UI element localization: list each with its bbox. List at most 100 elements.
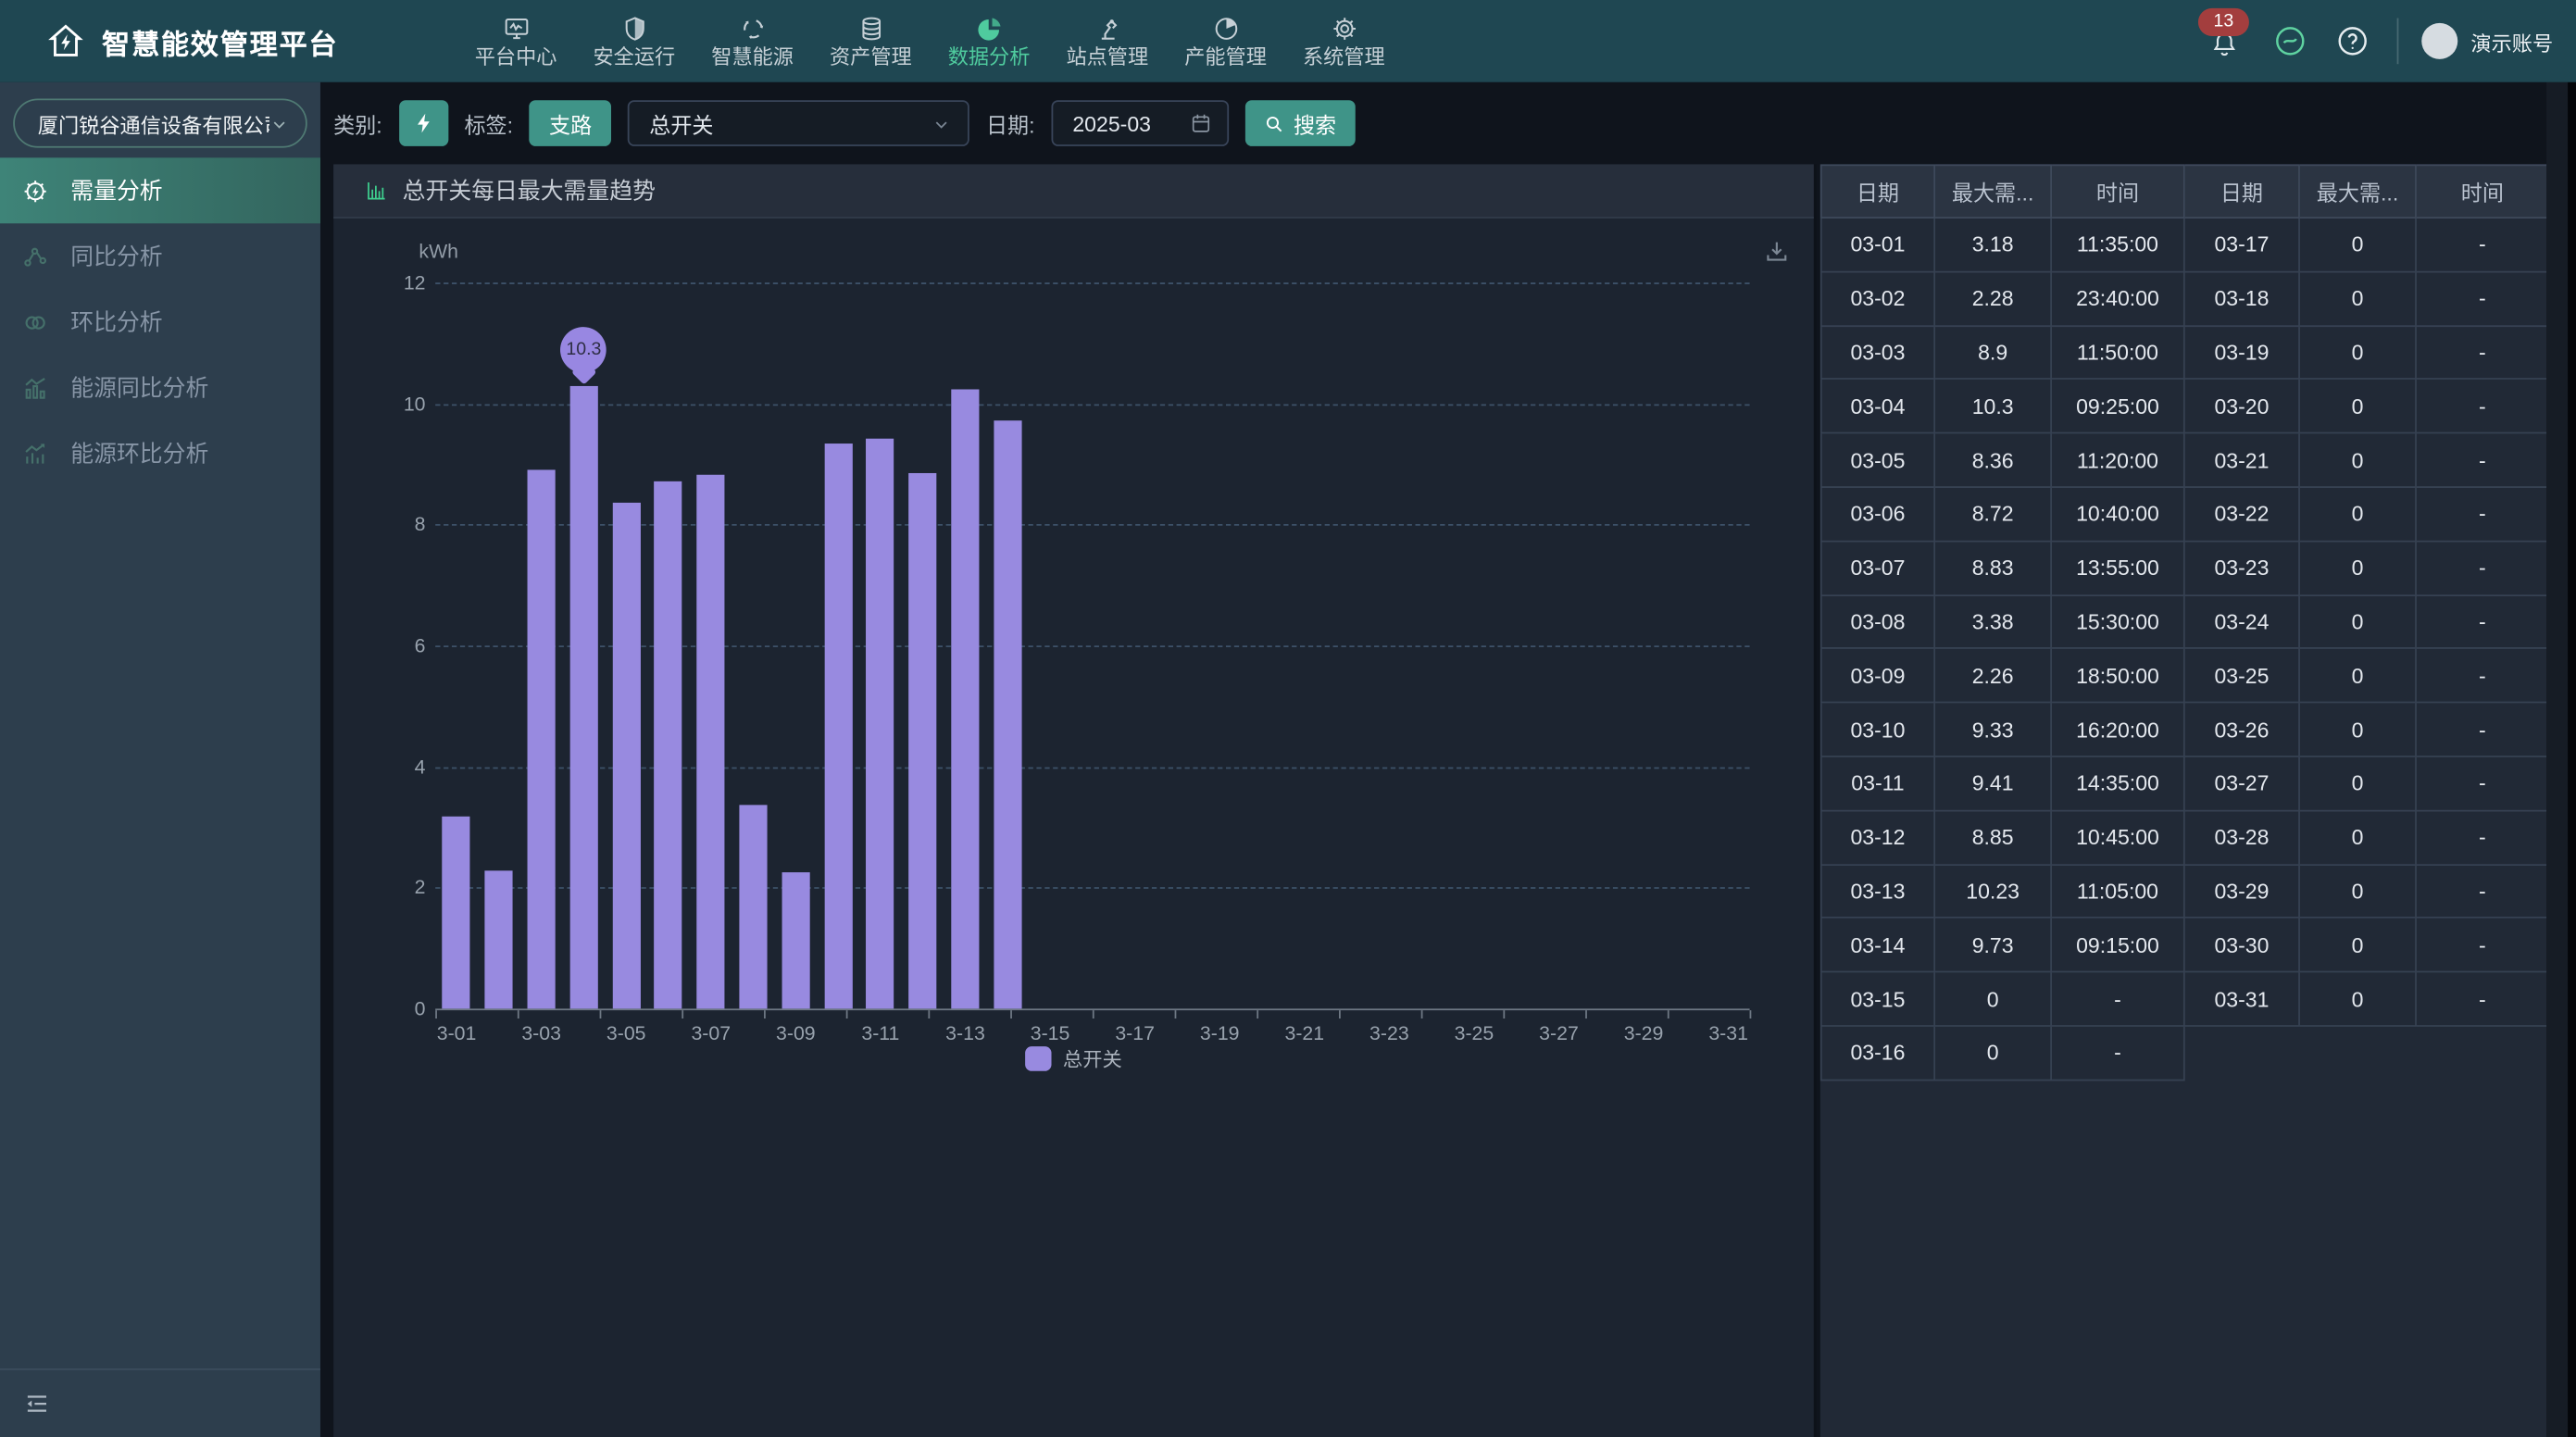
table-row: 03-1310.2311:05:0003-290-	[1820, 865, 2550, 918]
x-tick-label: 3-19	[1183, 1022, 1256, 1045]
nav-item-asset-database[interactable]: 资产管理	[811, 0, 930, 82]
nav-item-data-analysis-pie[interactable]: 数据分析	[930, 0, 1048, 82]
x-tick-label: 3-23	[1353, 1022, 1425, 1045]
sidebar-item-3[interactable]: 能源同比分析	[0, 355, 320, 420]
bar-3-14[interactable]	[994, 420, 1021, 1009]
bar-3-01[interactable]	[443, 817, 470, 1009]
bar-3-05[interactable]	[612, 503, 640, 1008]
y-tick-label: 0	[350, 997, 426, 1020]
nav-item-system-gear[interactable]: 系统管理	[1284, 0, 1403, 82]
table-cell: 03-25	[2185, 649, 2300, 703]
y-tick-label: 2	[350, 876, 426, 899]
table-row: 03-092.2618:50:0003-250-	[1820, 649, 2550, 703]
table-cell: 03-17	[2185, 219, 2300, 272]
nav-item-energy-recycle[interactable]: 智慧能源	[694, 0, 812, 82]
x-tick-label: 3-25	[1438, 1022, 1510, 1045]
collapse-sidebar-icon[interactable]	[23, 1390, 51, 1418]
notifications-button[interactable]: 13	[2207, 19, 2249, 62]
category-electric-button[interactable]	[398, 100, 447, 146]
table-cell: 13:55:00	[2052, 542, 2185, 595]
table-cell: -	[2417, 704, 2550, 757]
bar-3-04[interactable]	[569, 385, 597, 1008]
notification-badge: 13	[2198, 8, 2249, 36]
bar-3-02[interactable]	[485, 870, 513, 1008]
table-cell: 0	[2300, 434, 2417, 488]
category-label: 类别:	[333, 107, 382, 139]
table-cell: -	[2417, 918, 2550, 972]
bar-3-10[interactable]	[824, 444, 852, 1009]
nav-item-safety-shield[interactable]: 安全运行	[575, 0, 694, 82]
table-cell: 03-27	[2185, 757, 2300, 811]
x-tick-label: 3-05	[590, 1022, 662, 1045]
table-cell: -	[2417, 272, 2550, 326]
energy-mom-chart-icon	[21, 440, 49, 468]
switch-select[interactable]: 总开关	[628, 100, 969, 146]
table-cell: 03-09	[1820, 649, 1935, 703]
energy-recycle-icon	[739, 14, 767, 42]
table-header-cell: 最大需...	[1935, 164, 2052, 219]
bar-3-08[interactable]	[739, 804, 767, 1008]
table-cell: 0	[2300, 649, 2417, 703]
table-row: 03-160-	[1820, 1027, 2550, 1081]
bar-3-06[interactable]	[655, 481, 682, 1009]
table-cell: 03-26	[2185, 704, 2300, 757]
table-cell: -	[2417, 542, 2550, 595]
account-name[interactable]: 演示账号	[2470, 26, 2553, 57]
table-row: 03-109.3316:20:0003-260-	[1820, 704, 2550, 757]
sidebar-item-1[interactable]: 同比分析	[0, 223, 320, 289]
table-cell: 0	[2300, 865, 2417, 918]
company-select[interactable]: 厦门锐谷通信设备有限公司	[13, 98, 307, 147]
site-robot-icon	[1094, 14, 1121, 42]
table-row: 03-0410.309:25:0003-200-	[1820, 381, 2550, 434]
table-header-cell: 日期	[1820, 164, 1935, 219]
filter-bar: 类别: 标签: 支路 总开关 日期: 2025-03 搜索	[333, 82, 1355, 165]
bar-3-07[interactable]	[697, 474, 725, 1008]
x-tick-mark	[1257, 1010, 1258, 1018]
help-icon[interactable]	[2334, 23, 2370, 59]
table-cell: 0	[1935, 1027, 2052, 1081]
x-tick-mark	[1668, 1010, 1669, 1018]
tag-branch-button[interactable]: 支路	[530, 100, 612, 146]
app-title: 智慧能效管理平台	[102, 20, 338, 61]
x-tick-mark	[846, 1010, 848, 1018]
table-cell: 0	[2300, 918, 2417, 972]
bar-3-12[interactable]	[909, 473, 937, 1008]
sidebar-item-2[interactable]: 环比分析	[0, 289, 320, 355]
table-cell: 03-08	[1820, 595, 1935, 649]
search-button[interactable]: 搜索	[1245, 100, 1356, 146]
sidebar-item-4[interactable]: 能源环比分析	[0, 420, 320, 486]
bar-3-03[interactable]	[528, 470, 556, 1009]
nav-item-site-robot[interactable]: 站点管理	[1048, 0, 1167, 82]
table-header-row: 日期最大需...时间日期最大需...时间	[1820, 164, 2550, 219]
table-cell: 10.23	[1935, 865, 2052, 918]
screen-dashboard-icon[interactable]	[2272, 23, 2308, 59]
bar-3-11[interactable]	[867, 439, 894, 1008]
avatar[interactable]	[2421, 23, 2457, 59]
system-gear-icon	[1330, 14, 1357, 42]
table-cell: 03-21	[2185, 434, 2300, 488]
x-tick-label: 3-07	[675, 1022, 747, 1045]
download-icon[interactable]	[1763, 238, 1791, 266]
chart-legend[interactable]: 总开关	[333, 1044, 1814, 1072]
y-tick-label: 6	[350, 634, 426, 657]
nav-item-capacity-pie[interactable]: 产能管理	[1167, 0, 1285, 82]
sidebar-item-label: 能源环比分析	[70, 437, 208, 469]
sidebar-item-0[interactable]: 需量分析	[0, 157, 320, 223]
sidebar-item-label: 环比分析	[70, 306, 162, 338]
table-cell: 09:25:00	[2052, 381, 2185, 434]
table-cell: -	[2052, 1027, 2185, 1081]
bar-3-09[interactable]	[782, 872, 809, 1009]
nav-item-platform-center[interactable]: 平台中心	[456, 0, 575, 82]
table-cell: 0	[2300, 219, 2417, 272]
table-cell: 09:15:00	[2052, 918, 2185, 972]
x-tick-mark	[928, 1010, 930, 1018]
date-picker[interactable]: 2025-03	[1051, 100, 1229, 146]
table-cell: 03-05	[1820, 434, 1935, 488]
page-scrollbar[interactable]	[2546, 82, 2568, 1437]
table-cell: 0	[2300, 272, 2417, 326]
table-cell: 9.33	[1935, 704, 2052, 757]
navbar-divider	[2397, 19, 2399, 65]
safety-shield-icon	[620, 14, 648, 42]
bar-3-13[interactable]	[951, 390, 979, 1009]
table-cell: 8.36	[1935, 434, 2052, 488]
